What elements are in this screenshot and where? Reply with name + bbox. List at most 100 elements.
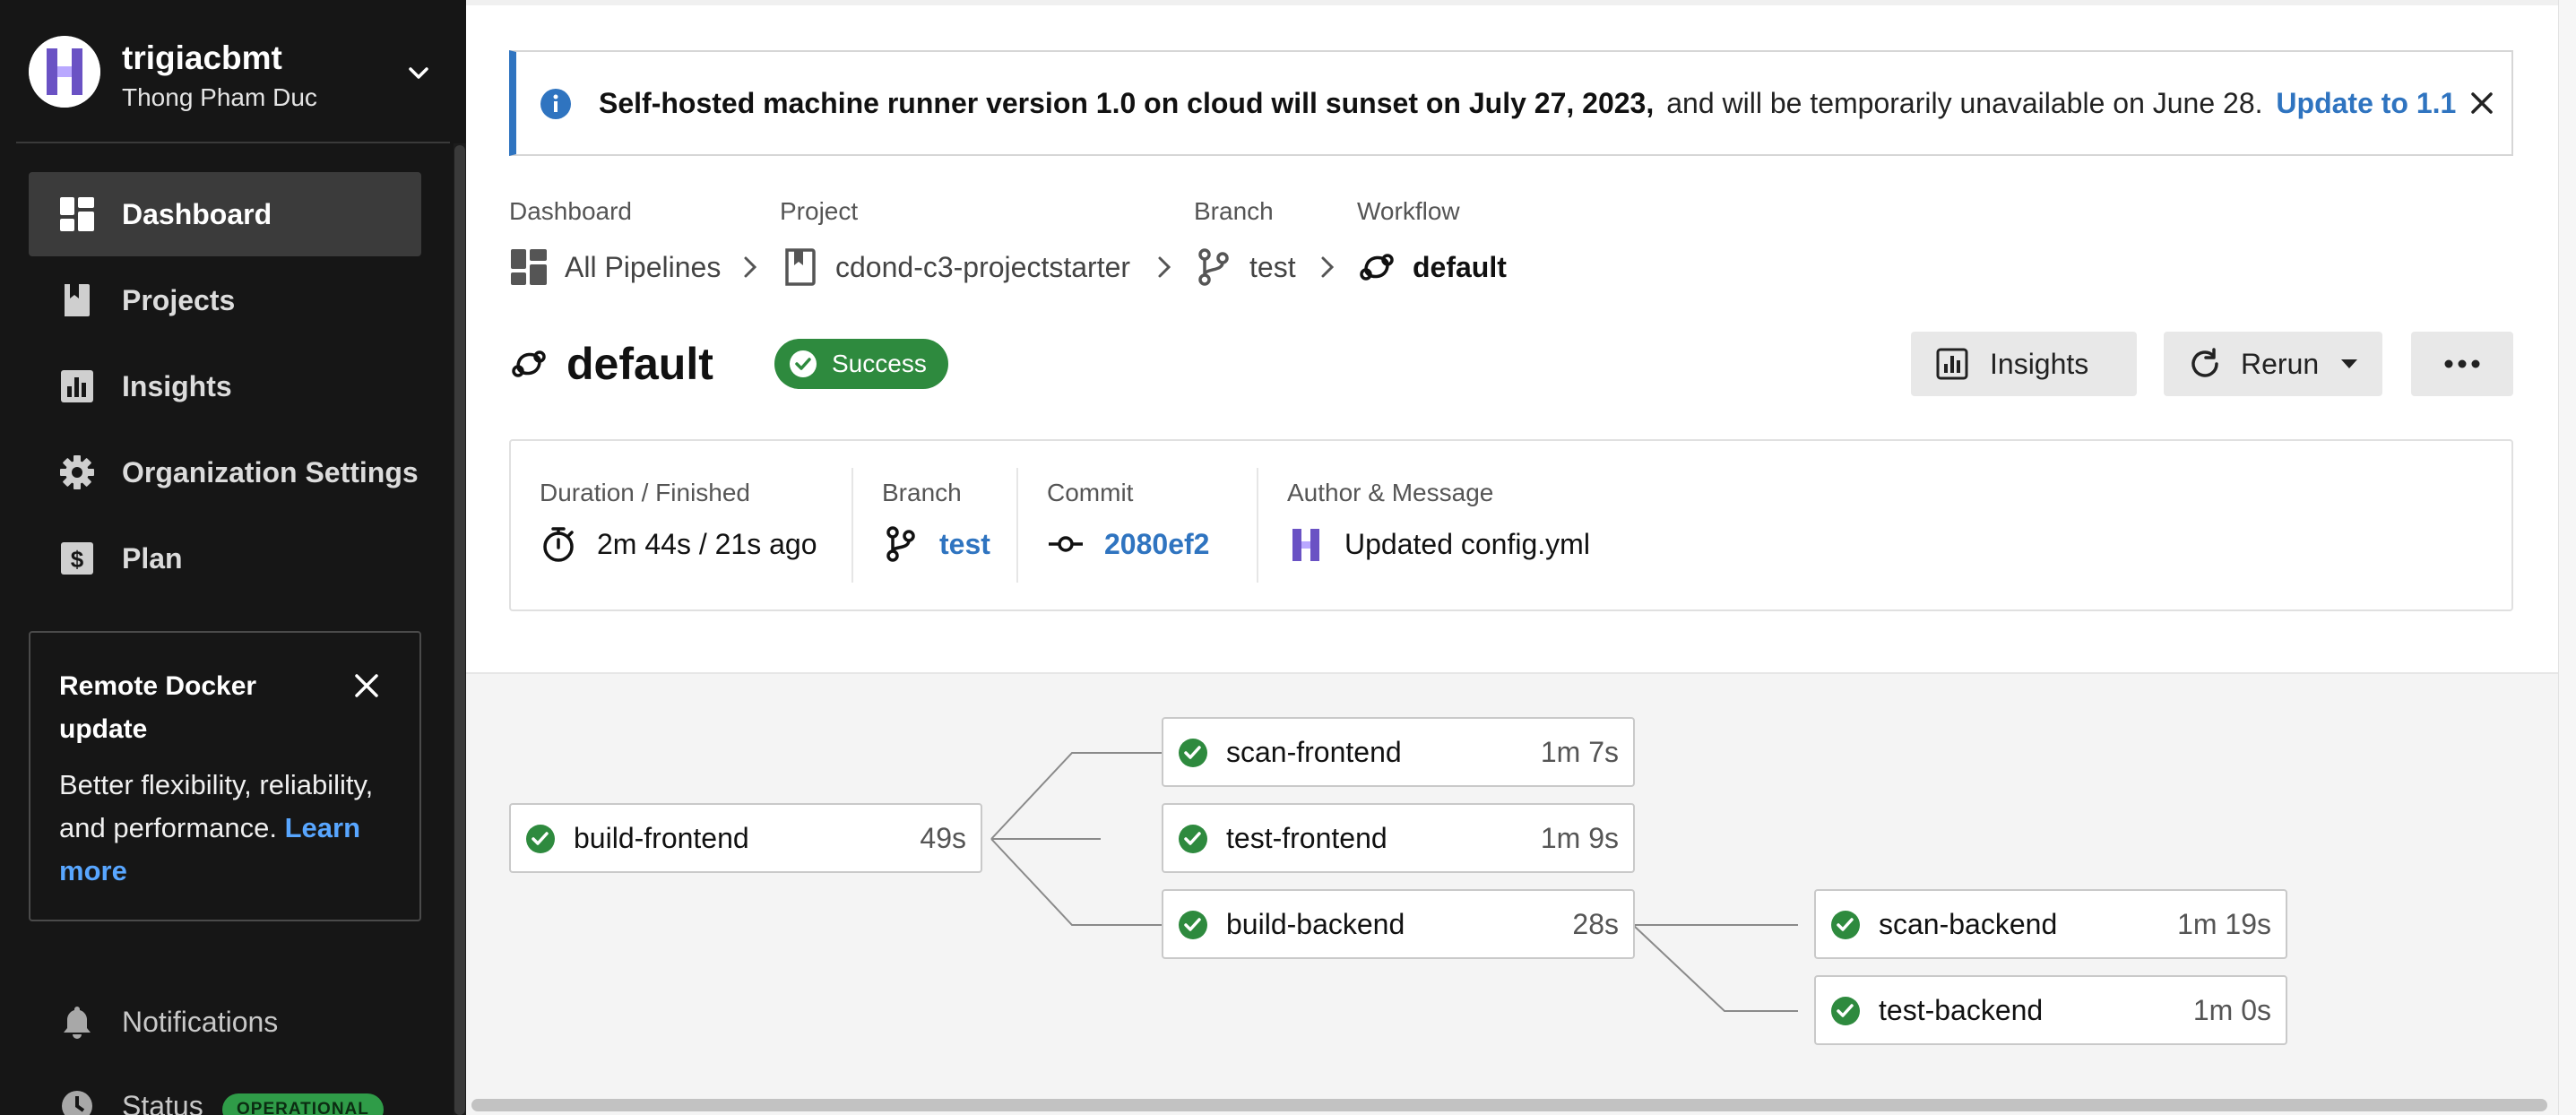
sidebar-item-label: Dashboard [122, 198, 272, 230]
sidebar-item-projects[interactable]: Projects [29, 258, 421, 342]
branch-icon [1198, 248, 1229, 286]
insights-button[interactable]: Insights [1911, 332, 2137, 396]
chevron-right-icon [1158, 256, 1171, 278]
workflow-icon [512, 350, 546, 377]
more-icon [2444, 359, 2480, 368]
branch-icon [886, 526, 915, 562]
sidebar-item-plan[interactable]: $ Plan [29, 516, 421, 601]
sidebar-divider [16, 142, 450, 143]
sidebar-item-label: Insights [122, 370, 232, 402]
check-circle-icon [1179, 739, 1207, 767]
author-label: Author & Message [1287, 479, 1494, 506]
job-name: build-backend [1226, 908, 1405, 940]
org-name: trigiacbmt [122, 39, 282, 76]
summary-divider [851, 468, 853, 583]
notifications-label: Notifications [122, 1006, 279, 1038]
page-vertical-scrollbar[interactable] [2558, 0, 2576, 1115]
dashboard-icon [511, 249, 547, 285]
svg-text:$: $ [71, 546, 84, 573]
chevron-down-icon[interactable] [405, 59, 432, 86]
commit-icon [1049, 536, 1083, 552]
status-badge: Success [774, 339, 948, 389]
job-duration: 1m 0s [2192, 994, 2271, 1026]
timer-icon [543, 527, 574, 562]
close-icon[interactable] [2468, 90, 2495, 117]
graph-horizontal-scrollbar[interactable] [471, 1099, 2547, 1111]
sidebar-item-label: Organization Settings [122, 456, 419, 488]
close-icon[interactable] [351, 670, 382, 701]
job-name: test-frontend [1226, 822, 1387, 854]
refresh-icon [2191, 348, 2218, 377]
check-circle-icon [1831, 997, 1860, 1025]
job-test-backend[interactable]: test-backend 1m 0s [1814, 975, 2287, 1045]
banner-text: and will be temporarily unavailable on J… [1666, 87, 2263, 119]
insights-label: Insights [1990, 348, 2089, 380]
status-badge: OPERATIONAL [222, 1093, 384, 1115]
job-duration: 1m 7s [1540, 736, 1619, 768]
banner-message: Self-hosted machine runner version 1.0 o… [599, 52, 2456, 154]
rerun-label: Rerun [2241, 348, 2320, 380]
job-name: scan-frontend [1226, 736, 1402, 768]
promo-body: Better flexibility, reliability, and per… [59, 764, 400, 893]
author-avatar [1292, 529, 1319, 561]
chevron-right-icon [1321, 256, 1335, 278]
job-scan-frontend[interactable]: scan-frontend 1m 7s [1162, 717, 1635, 787]
rerun-button[interactable]: Rerun [2164, 332, 2382, 396]
sidebar-item-insights[interactable]: Insights [29, 344, 421, 428]
breadcrumb-text: test [1249, 250, 1296, 283]
branch-label: Branch [882, 479, 962, 506]
job-duration: 1m 9s [1540, 822, 1619, 854]
top-border [466, 0, 2558, 5]
check-circle-icon [1179, 911, 1207, 939]
sidebar-item-label: Plan [122, 542, 183, 575]
check-circle-icon [1831, 911, 1860, 939]
remote-docker-promo: Remote Docker update Better flexibility,… [29, 631, 421, 921]
main-content: Self-hosted machine runner version 1.0 o… [466, 0, 2558, 1115]
org-avatar [29, 36, 100, 108]
sidebar-item-dashboard[interactable]: Dashboard [29, 172, 421, 256]
check-circle-icon [1179, 825, 1207, 853]
workflow-graph: build-frontend 49s scan-frontend 1m 7s t… [466, 672, 2558, 1115]
job-duration: 1m 19s [2177, 908, 2271, 940]
branch-value-row: test [882, 523, 990, 565]
breadcrumb-text: cdond-c3-projectstarter [835, 250, 1131, 283]
breadcrumb-project[interactable]: cdond-c3-projectstarter [780, 242, 1130, 292]
breadcrumb-branch[interactable]: test [1194, 242, 1296, 292]
breadcrumb-all-pipelines[interactable]: All Pipelines [509, 242, 721, 292]
bar-chart-icon [1936, 348, 1968, 380]
duration-value-row: 2m 44s / 21s ago [540, 523, 817, 565]
breadcrumb-workflow[interactable]: default [1357, 242, 1507, 292]
author-value-row: Updated config.yml [1287, 523, 1590, 565]
banner-bold-text: Self-hosted machine runner version 1.0 o… [599, 87, 1655, 119]
workflow-summary: Duration / Finished 2m 44s / 21s ago Bra… [509, 439, 2513, 611]
duration-value: 2m 44s / 21s ago [597, 527, 817, 560]
job-name: build-frontend [574, 822, 749, 854]
chevron-right-icon [744, 256, 757, 278]
job-name: test-backend [1879, 994, 2044, 1026]
book-icon [65, 284, 90, 316]
caret-down-icon [2341, 359, 2357, 368]
commit-label: Commit [1047, 479, 1134, 506]
org-switcher[interactable]: trigiacbmt Thong Pham Duc [29, 34, 441, 115]
sidebar: trigiacbmt Thong Pham Duc Dashboard Proj… [0, 0, 466, 1115]
job-test-frontend[interactable]: test-frontend 1m 9s [1162, 803, 1635, 873]
commit-link[interactable]: 2080ef2 [1104, 528, 1209, 561]
update-link[interactable]: Update to 1.1 [2276, 87, 2456, 119]
breadcrumb-label-workflow: Workflow [1357, 197, 1460, 225]
job-scan-backend[interactable]: scan-backend 1m 19s [1814, 889, 2287, 959]
page-title: default [566, 339, 713, 389]
breadcrumb-text: default [1413, 250, 1507, 283]
sidebar-scrollbar[interactable] [454, 145, 465, 1115]
breadcrumb-label-dashboard: Dashboard [509, 197, 632, 225]
job-build-backend[interactable]: build-backend 28s [1162, 889, 1635, 959]
job-build-frontend[interactable]: build-frontend 49s [509, 803, 982, 873]
summary-divider [1257, 468, 1258, 583]
more-options-button[interactable] [2411, 332, 2513, 396]
job-name: scan-backend [1879, 908, 2058, 940]
branch-link[interactable]: test [939, 528, 990, 561]
status-text: Success [832, 350, 927, 377]
breadcrumb-label-project: Project [780, 197, 859, 225]
bell-icon [64, 1007, 91, 1039]
commit-message: Updated config.yml [1344, 527, 1590, 560]
sidebar-item-organization-settings[interactable]: Organization Settings [29, 430, 421, 514]
